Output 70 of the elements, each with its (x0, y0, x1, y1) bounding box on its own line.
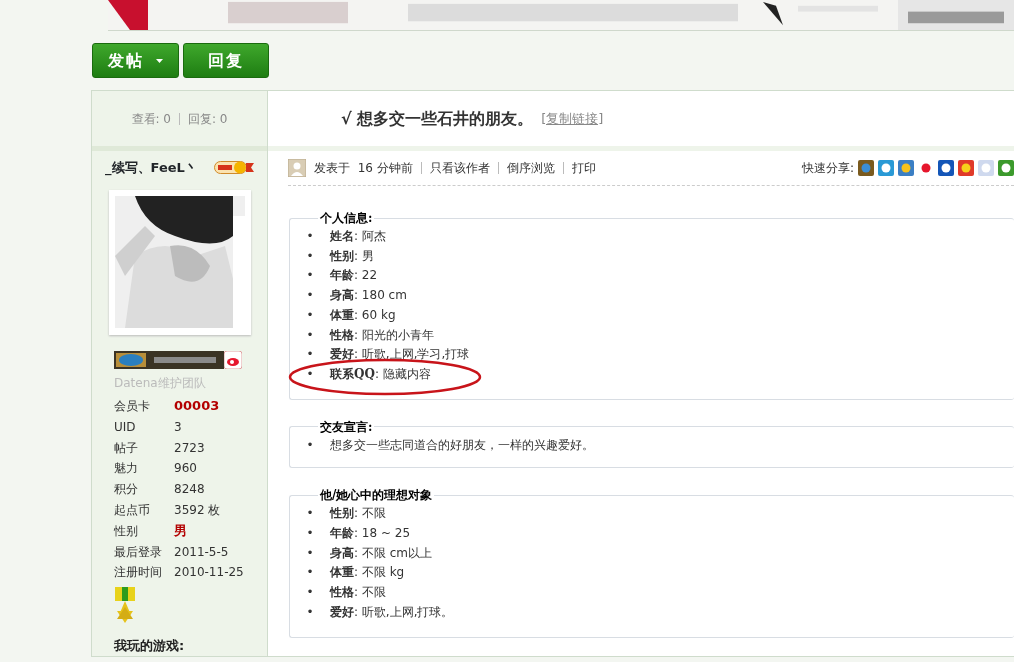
bullet: • (305, 436, 315, 454)
thread-title: √ 想多交一些石井的朋友。 (341, 107, 534, 130)
section-legend: 他/她心中的理想对象 (318, 488, 435, 503)
bullet: • (305, 544, 315, 562)
copy-link[interactable]: [复制链接] (541, 108, 604, 129)
caret-icon (156, 58, 163, 63)
bullet: • (305, 525, 315, 543)
field-label: 会员卡 (114, 398, 151, 415)
field-value: 3592 枚 (174, 503, 221, 517)
field-label: UID (114, 418, 137, 436)
field-value: 8248 (174, 482, 205, 497)
field-label: 注册时间 (114, 564, 163, 582)
bullet: • (305, 505, 315, 523)
square-icon[interactable] (998, 160, 1014, 176)
bullet: • (305, 287, 315, 305)
bullet: • (305, 584, 315, 602)
section-legend: 交友宣言: (318, 419, 375, 434)
info-item: 爱好: 听歌,上网,学习,打球 (330, 346, 470, 364)
field-label: 起点币 (114, 502, 151, 519)
share-label: 快速分享: (801, 160, 854, 177)
post-action-link[interactable]: 倒序浏览 (506, 159, 555, 177)
info-item: 性别: 不限 (330, 505, 386, 523)
field-value: 00003 (174, 398, 220, 413)
info-item: 联系QQ: 隐藏内容 (330, 365, 431, 383)
post-dropdown-button[interactable]: 发帖 (92, 43, 179, 78)
field-value: 3 (174, 419, 182, 434)
info-item: 身高: 不限 cm以上 (330, 544, 432, 562)
bullet: • (305, 326, 315, 344)
info-item: 想多交一些志同道合的好朋友，一样的兴趣爱好。 (330, 436, 594, 454)
bullet: • (305, 603, 315, 621)
post-action-link[interactable]: 只看该作者 (429, 159, 490, 177)
vip-badge-icon (213, 161, 254, 174)
bullet: • (305, 228, 315, 245)
author-name[interactable]: _续写、FeeL丶 (105, 157, 198, 178)
field-value: 960 (174, 461, 197, 476)
info-item: 年龄: 22 (330, 267, 378, 285)
info-item: 身高: 180 cm (330, 287, 407, 305)
reply-button[interactable]: 回复 (183, 43, 269, 78)
info-item: 性格: 不限 (330, 584, 386, 602)
field-label: 帖子 (114, 439, 139, 457)
info-item: 爱好: 听歌,上网,打球。 (330, 603, 454, 621)
info-item: 姓名: 阿杰 (330, 228, 386, 245)
games-heading: 我玩的游戏: (114, 637, 186, 656)
bullet: • (305, 306, 315, 324)
info-item: 体重: 60 kg (330, 306, 396, 324)
field-value: 男 (174, 522, 187, 538)
reply-count: 回复: 0 (188, 110, 228, 128)
post-time: 发表于 16 分钟前 (314, 160, 413, 177)
section-legend: 个人信息: (318, 211, 375, 225)
info-item: 性别: 男 (330, 247, 374, 265)
field-value: 2011-5-5 (174, 544, 229, 559)
post-action-link[interactable]: 打印 (571, 159, 596, 177)
field-label: 魅力 (114, 460, 139, 478)
bullet: • (305, 365, 315, 383)
bullet: • (305, 247, 315, 265)
field-value: 2723 (174, 440, 205, 455)
field-label: 性别 (114, 522, 139, 540)
field-label: 最后登录 (114, 543, 163, 561)
user-icon (288, 159, 306, 177)
info-item: 年龄: 18 ~ 25 (330, 525, 411, 543)
view-count: 查看: 0 (131, 110, 171, 128)
info-item: 性格: 阳光的小青年 (330, 326, 434, 344)
medal-icon (114, 587, 136, 625)
field-label: 积分 (114, 481, 139, 499)
bullet: • (305, 346, 315, 364)
field-value: 2010-11-25 (174, 565, 244, 580)
bullet: • (305, 564, 315, 582)
group-badge-icon (114, 351, 224, 369)
info-item: 体重: 不限 kg (330, 564, 405, 582)
bullet: • (305, 267, 315, 285)
